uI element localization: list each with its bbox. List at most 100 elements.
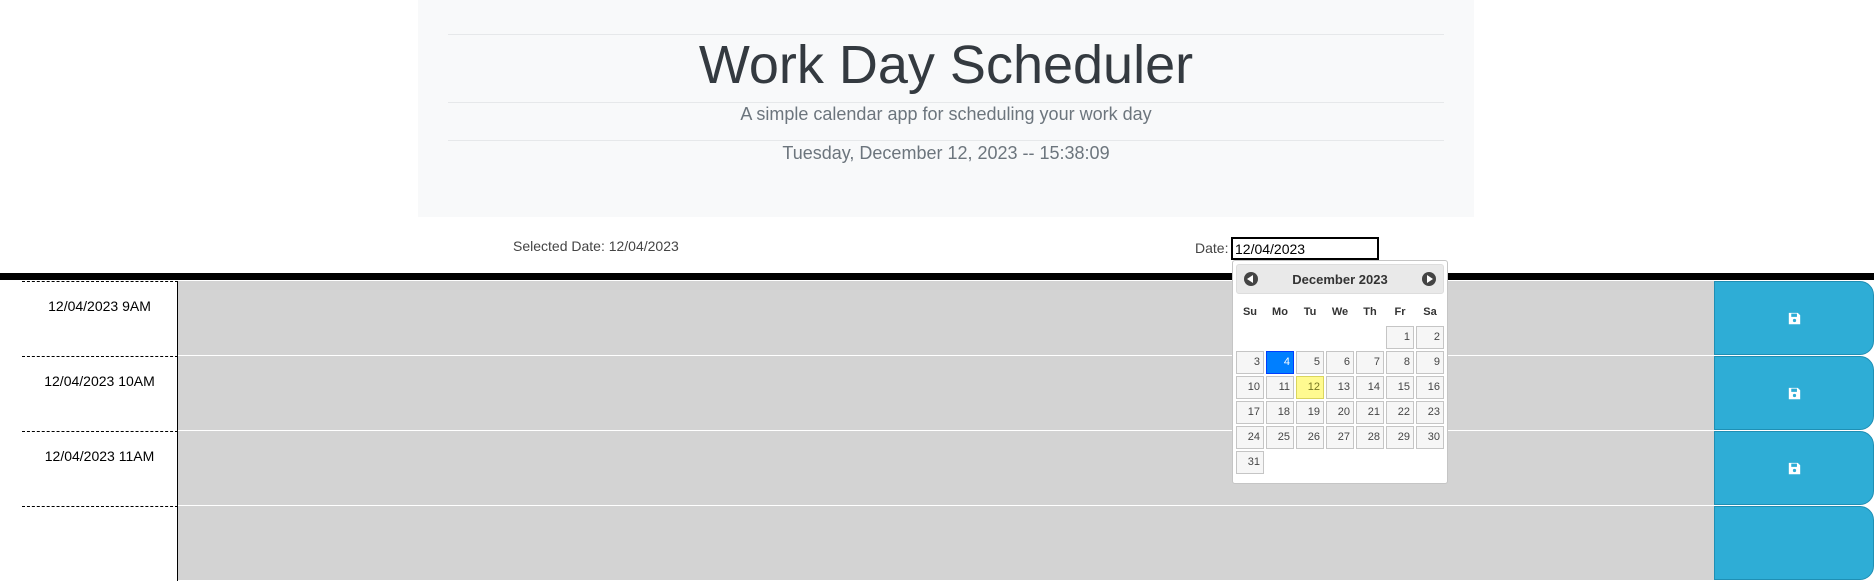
calendar-cell: 23	[1416, 401, 1444, 424]
save-button[interactable]	[1714, 431, 1874, 505]
calendar-cell: 1	[1386, 326, 1414, 349]
datepicker-header: December 2023	[1236, 264, 1444, 294]
calendar-cell: 20	[1326, 401, 1354, 424]
hour-label	[22, 506, 178, 581]
current-day: Tuesday, December 12, 2023 -- 15:38:09	[782, 143, 1110, 163]
calendar-day[interactable]: 13	[1326, 376, 1354, 399]
weekday-header: Th	[1363, 306, 1377, 318]
calendar-day[interactable]: 25	[1266, 426, 1294, 449]
divider	[448, 102, 1444, 103]
calendar-day[interactable]: 8	[1386, 351, 1414, 374]
selected-date-text: Selected Date: 12/04/2023	[513, 238, 679, 254]
calendar-cell	[1416, 451, 1444, 474]
calendar-cell	[1296, 326, 1324, 349]
calendar-cell: 8	[1386, 351, 1414, 374]
weekday-header: Sa	[1423, 306, 1437, 318]
calendar-day[interactable]: 22	[1386, 401, 1414, 424]
event-description[interactable]	[178, 431, 1714, 506]
datepicker: December 2023 Su Mo Tu We Th Fr Sa 1 2 3 4 5 6 7 8 9 10…	[1232, 260, 1448, 484]
weekday-header: Su	[1242, 306, 1258, 318]
calendar-day[interactable]: 20	[1326, 401, 1354, 424]
save-icon	[1788, 387, 1800, 399]
event-description[interactable]	[178, 506, 1714, 581]
calendar-day[interactable]: 10	[1236, 376, 1264, 399]
calendar-day[interactable]: 29	[1386, 426, 1414, 449]
save-button[interactable]	[1714, 506, 1874, 580]
calendar-day[interactable]: 7	[1356, 351, 1384, 374]
calendar-day[interactable]: 2	[1416, 326, 1444, 349]
calendar-cell	[1266, 326, 1294, 349]
calendar-day[interactable]: 24	[1236, 426, 1264, 449]
calendar-day[interactable]: 18	[1266, 401, 1294, 424]
calendar-day[interactable]: 3	[1236, 351, 1264, 374]
save-icon	[1788, 312, 1800, 324]
hour-label: 12/04/2023 10AM	[22, 356, 178, 431]
weekday-header: We	[1331, 306, 1349, 318]
calendar-day[interactable]: 23	[1416, 401, 1444, 424]
calendar-cell: 15	[1386, 376, 1414, 399]
calendar-day[interactable]: 6	[1326, 351, 1354, 374]
calendar-day[interactable]: 19	[1296, 401, 1324, 424]
calendar-week: 24 25 26 27 28 29 30	[1236, 426, 1444, 449]
event-description[interactable]	[178, 356, 1714, 431]
calendar-day-today[interactable]: 12	[1296, 376, 1324, 399]
calendar-cell: 19	[1296, 401, 1324, 424]
save-icon	[1788, 462, 1800, 474]
calendar-day[interactable]: 5	[1296, 351, 1324, 374]
calendar-cell	[1386, 451, 1414, 474]
calendar-cell	[1356, 451, 1384, 474]
calendar-cell: 7	[1356, 351, 1384, 374]
calendar-cell: 12	[1296, 376, 1324, 399]
calendar-day[interactable]: 27	[1326, 426, 1354, 449]
calendar-cell: 3	[1236, 351, 1264, 374]
calendar-day[interactable]: 28	[1356, 426, 1384, 449]
calendar-cell: 22	[1386, 401, 1414, 424]
calendar-week: 3456789	[1236, 351, 1444, 374]
time-block: 12/04/2023 9AM	[22, 281, 1874, 356]
divider-rule	[0, 273, 1874, 280]
calendar-cell: 21	[1356, 401, 1384, 424]
calendar-day-selected[interactable]: 4	[1266, 351, 1294, 374]
calendar-cell: 4	[1266, 351, 1294, 374]
calendar-day[interactable]: 17	[1236, 401, 1264, 424]
hour-label: 12/04/2023 9AM	[22, 281, 178, 356]
calendar-day[interactable]: 11	[1266, 376, 1294, 399]
save-button[interactable]	[1714, 281, 1874, 355]
calendar-cell	[1236, 326, 1264, 349]
calendar-cell: 10	[1236, 376, 1264, 399]
calendar-day[interactable]: 26	[1296, 426, 1324, 449]
datepicker-calendar: Su Mo Tu We Th Fr Sa 1 2 3 4 5 6 7 8 9 10 11 12 13 14 15 16 17…	[1234, 298, 1446, 476]
date-label: Date:	[1195, 240, 1229, 256]
app-lead: A simple calendar app for scheduling you…	[740, 104, 1152, 124]
calendar-day[interactable]: 9	[1416, 351, 1444, 374]
calendar-cell: 18	[1266, 401, 1294, 424]
calendar-day[interactable]: 14	[1356, 376, 1384, 399]
calendar-cell: 13	[1326, 376, 1354, 399]
calendar-day[interactable]: 15	[1386, 376, 1414, 399]
save-button[interactable]	[1714, 356, 1874, 430]
calendar-cell: 16	[1416, 376, 1444, 399]
calendar-cell	[1356, 326, 1384, 349]
calendar-day[interactable]: 31	[1236, 451, 1264, 474]
calendar-cell: 14	[1356, 376, 1384, 399]
calendar-cell: 25	[1266, 426, 1294, 449]
calendar-cell: 29	[1386, 426, 1414, 449]
date-input[interactable]	[1231, 237, 1379, 260]
hour-label: 12/04/2023 11AM	[22, 431, 178, 506]
calendar-day[interactable]: 21	[1356, 401, 1384, 424]
calendar-cell: 5	[1296, 351, 1324, 374]
datepicker-month-title: December 2023	[1292, 272, 1388, 287]
calendar-day[interactable]: 1	[1386, 326, 1414, 349]
calendar-cell	[1326, 326, 1354, 349]
calendar-cell: 9	[1416, 351, 1444, 374]
calendar-day[interactable]: 16	[1416, 376, 1444, 399]
circle-triangle-right-icon[interactable]	[1422, 272, 1436, 286]
event-description[interactable]	[178, 281, 1714, 356]
calendar-cell	[1326, 451, 1354, 474]
calendar-day[interactable]: 30	[1416, 426, 1444, 449]
calendar-cell: 6	[1326, 351, 1354, 374]
time-block: 12/04/2023 11AM	[22, 431, 1874, 506]
time-block	[22, 506, 1874, 581]
weekday-header: Tu	[1303, 306, 1317, 318]
calendar-cell: 30	[1416, 426, 1444, 449]
